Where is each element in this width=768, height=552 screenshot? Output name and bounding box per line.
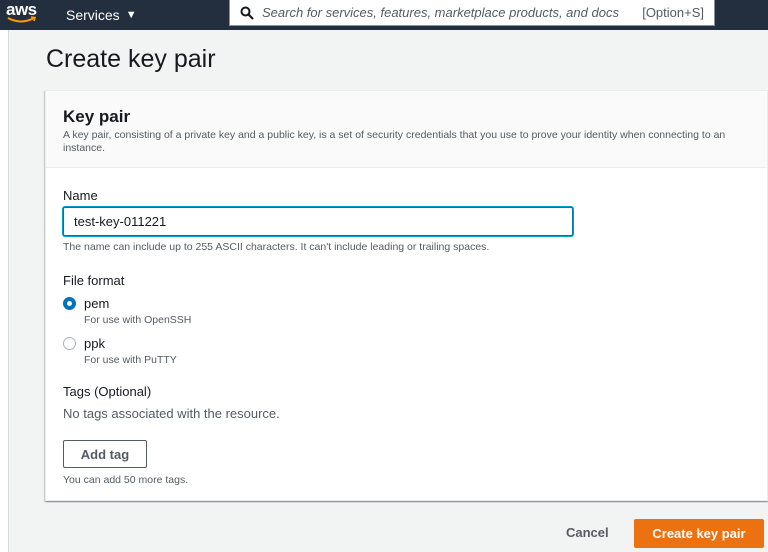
tags-empty-text: No tags associated with the resource.	[63, 406, 280, 421]
format-label: pem	[84, 296, 110, 311]
services-menu[interactable]: Services ▼	[66, 0, 137, 30]
tags-remaining-hint: You can add 50 more tags.	[63, 474, 189, 486]
tags-label: Tags (Optional)	[63, 384, 152, 399]
file-format-label: File format	[63, 273, 125, 288]
name-label: Name	[63, 188, 98, 203]
search-bar[interactable]: Search for services, features, marketpla…	[229, 0, 715, 26]
panel-header: Key pair A key pair, consisting of a pri…	[46, 91, 767, 168]
format-label: ppk	[84, 336, 105, 351]
format-description: For use with PuTTY	[84, 354, 177, 366]
panel-title: Key pair	[63, 107, 131, 126]
name-hint: The name can include up to 255 ASCII cha…	[63, 241, 490, 253]
aws-logo[interactable]: aws	[6, 0, 42, 26]
create-key-pair-button[interactable]: Create key pair	[634, 519, 764, 548]
side-navigation-rail[interactable]	[0, 30, 9, 552]
panel-description: A key pair, consisting of a private key …	[63, 129, 726, 154]
search-icon	[240, 6, 254, 20]
services-label: Services	[66, 7, 120, 23]
format-description: For use with OpenSSH	[84, 314, 192, 326]
cancel-button[interactable]: Cancel	[566, 525, 609, 540]
aws-smile-icon	[7, 16, 37, 23]
radio-checked-icon[interactable]	[63, 297, 76, 310]
key-pair-panel: Key pair A key pair, consisting of a pri…	[45, 90, 768, 501]
radio-unchecked-icon[interactable]	[63, 337, 76, 350]
search-shortcut-hint: [Option+S]	[642, 5, 704, 20]
name-input[interactable]	[63, 207, 573, 236]
page-title: Create key pair	[46, 45, 216, 73]
add-tag-button[interactable]: Add tag	[63, 440, 147, 468]
caret-down-icon: ▼	[125, 9, 137, 21]
top-navigation: aws Services ▼ Search for services, feat…	[0, 0, 768, 30]
search-placeholder: Search for services, features, marketpla…	[262, 5, 619, 20]
